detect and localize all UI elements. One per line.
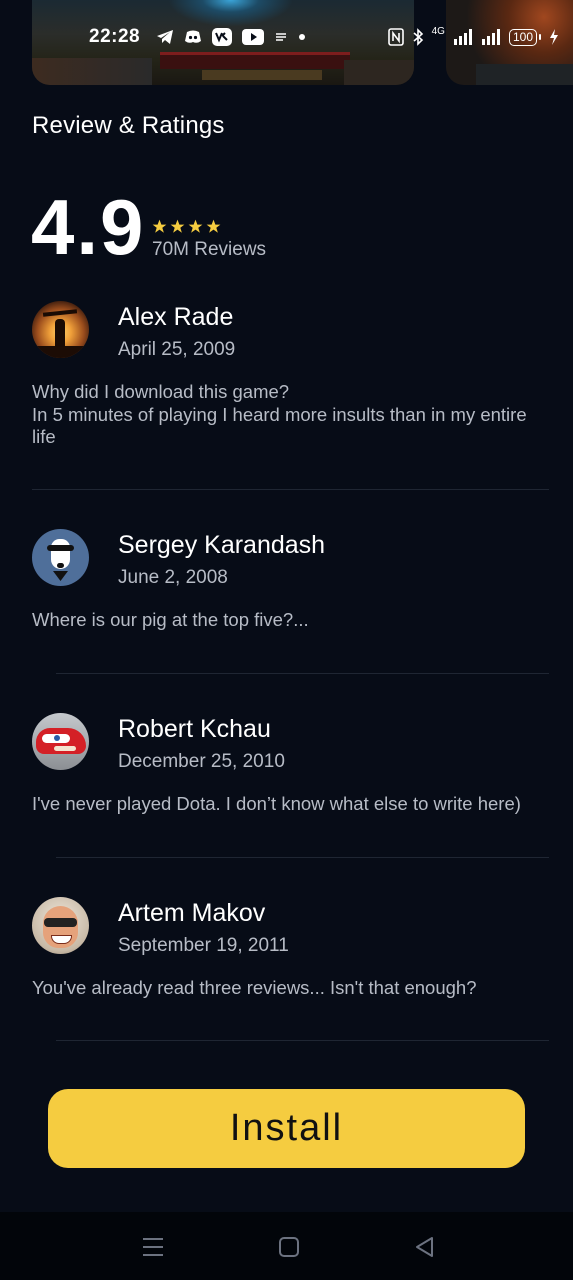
network-type: 4G bbox=[431, 26, 445, 37]
reviewer-name: Robert Kchau bbox=[118, 715, 271, 743]
review-item: Robert Kchau December 25, 2010 I've neve… bbox=[32, 713, 555, 823]
game-hud-right bbox=[344, 60, 414, 85]
divider bbox=[56, 857, 549, 858]
avatar[interactable] bbox=[32, 897, 89, 954]
signal-icon-sim1 bbox=[453, 29, 472, 45]
reviewer-name: Sergey Karandash bbox=[118, 531, 326, 559]
reviewer-name: Alex Rade bbox=[118, 303, 234, 331]
navigation-bar bbox=[0, 1212, 573, 1280]
review-text: Why did I download this game? In 5 minut… bbox=[32, 381, 555, 449]
nfc-icon bbox=[387, 28, 404, 46]
game-hud-mana bbox=[202, 70, 322, 80]
star-icon bbox=[188, 219, 203, 233]
home-icon[interactable] bbox=[276, 1234, 302, 1260]
review-date: December 25, 2010 bbox=[118, 751, 285, 772]
section-title: Review & Ratings bbox=[32, 112, 225, 139]
telegram-icon bbox=[157, 30, 174, 44]
divider bbox=[56, 1040, 549, 1041]
game-hud-health bbox=[160, 52, 350, 69]
back-icon[interactable] bbox=[412, 1234, 438, 1260]
battery-icon: 100 bbox=[508, 28, 542, 46]
avatar[interactable] bbox=[32, 713, 89, 770]
divider bbox=[56, 673, 549, 674]
bluetooth-icon bbox=[413, 28, 423, 46]
star-icon bbox=[206, 219, 221, 233]
review-text: I've never played Dota. I don’t know wha… bbox=[32, 793, 521, 814]
vk-icon bbox=[212, 28, 233, 46]
star-rating bbox=[152, 219, 221, 234]
youtube-icon bbox=[242, 29, 265, 45]
game-hud-left bbox=[32, 58, 152, 85]
notes-icon bbox=[276, 33, 287, 41]
discord-icon bbox=[185, 30, 202, 43]
rating-score: 4.9 bbox=[31, 183, 146, 271]
avatar[interactable] bbox=[32, 301, 89, 358]
review-item: Sergey Karandash June 2, 2008 Where is o… bbox=[32, 529, 555, 639]
dot-icon bbox=[299, 34, 306, 40]
star-icon bbox=[152, 219, 167, 233]
review-text-line: Why did I download this game? bbox=[32, 381, 290, 402]
review-date: June 2, 2008 bbox=[118, 567, 228, 588]
reviewer-name: Artem Makov bbox=[118, 899, 266, 927]
status-time: 22:28 bbox=[89, 26, 141, 47]
battery-level: 100 bbox=[512, 30, 533, 44]
review-item: Artem Makov September 19, 2011 You've al… bbox=[32, 897, 555, 1007]
status-bar: 22:28 4G 100 bbox=[89, 22, 559, 52]
review-text: You've already read three reviews... Isn… bbox=[32, 977, 477, 998]
game-panel bbox=[476, 64, 573, 85]
star-icon bbox=[170, 219, 185, 233]
review-date: September 19, 2011 bbox=[118, 935, 289, 956]
review-text-line: In 5 minutes of playing I heard more ins… bbox=[32, 403, 527, 448]
review-text: Where is our pig at the top five?... bbox=[32, 609, 309, 630]
notification-icons bbox=[156, 28, 306, 46]
charging-icon bbox=[550, 29, 558, 45]
system-icons: 4G 100 bbox=[387, 26, 559, 46]
signal-icon-sim2 bbox=[481, 29, 500, 45]
avatar[interactable] bbox=[32, 529, 89, 586]
review-item: Alex Rade April 25, 2009 Why did I downl… bbox=[32, 301, 555, 461]
divider bbox=[32, 489, 549, 490]
menu-icon[interactable] bbox=[140, 1234, 166, 1260]
reviews-count: 70M Reviews bbox=[152, 239, 267, 260]
install-button[interactable]: Install bbox=[48, 1089, 525, 1168]
review-date: April 25, 2009 bbox=[118, 339, 236, 360]
